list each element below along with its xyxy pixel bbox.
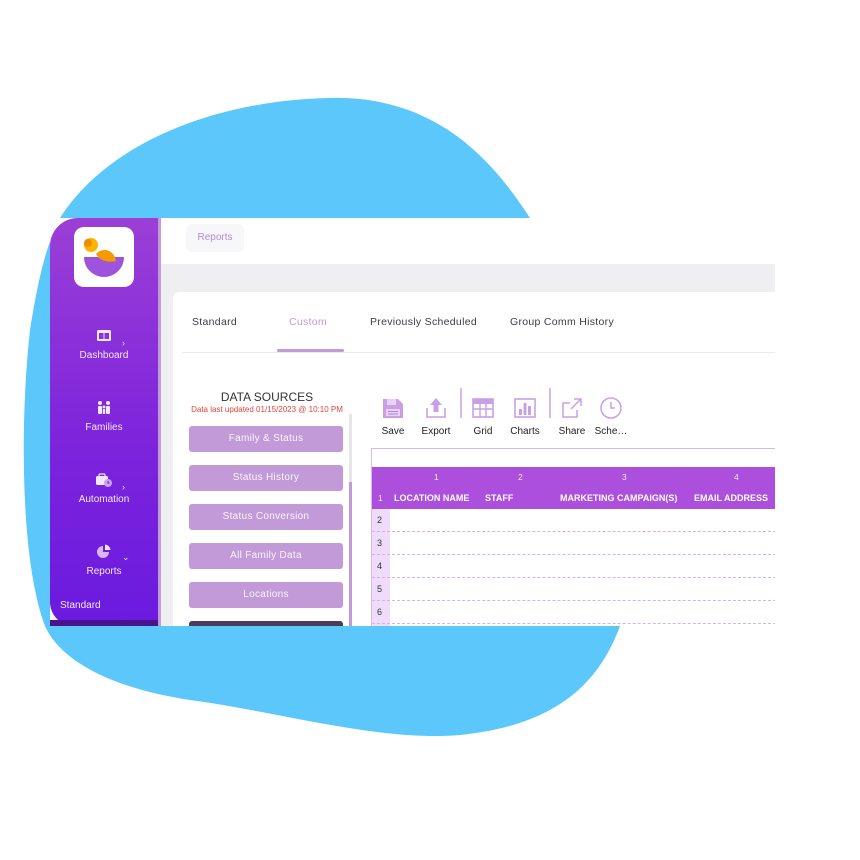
data-source-status-conversion[interactable]: Status Conversion: [189, 504, 343, 530]
chevron-down-icon: ⌄: [122, 552, 130, 562]
reports-card: Standard Custom Previously Scheduled Gro…: [173, 292, 775, 626]
grid-icon: [472, 398, 494, 418]
top-bar: Reports: [161, 218, 775, 264]
schedule-label: Sche…: [594, 426, 628, 437]
reports-icon: [97, 544, 111, 558]
data-source-all-family-data[interactable]: All Family Data: [189, 543, 343, 569]
grid-button[interactable]: Grid: [463, 396, 503, 437]
sidebar-item-label: Automation: [78, 494, 130, 505]
charts-icon: [514, 398, 536, 418]
sidebar-item-reports[interactable]: ⌄ Reports: [50, 544, 158, 577]
report-tabs: Standard Custom Previously Scheduled Gro…: [182, 292, 775, 353]
sidebar-footer: [50, 620, 158, 626]
row-number: 6: [377, 607, 383, 617]
charts-label: Charts: [510, 426, 540, 437]
table-row[interactable]: 3: [372, 532, 775, 555]
column-number-row: 1 2 3 4: [372, 467, 775, 488]
chevron-right-icon: ›: [122, 482, 125, 492]
export-icon: [426, 398, 446, 418]
share-icon: [562, 398, 582, 418]
sidebar: › Dashboard Families › Automation ⌄ Repo…: [50, 218, 158, 626]
table-row[interactable]: 5: [372, 578, 775, 601]
active-tab-indicator: [277, 349, 344, 352]
toolbar-separator: [460, 388, 462, 418]
formula-bar[interactable]: [372, 449, 775, 467]
table-row[interactable]: 4: [372, 555, 775, 578]
sidebar-item-label: Dashboard: [79, 350, 129, 361]
app-logo[interactable]: [74, 227, 134, 287]
header-cell-location-name[interactable]: LOCATION NAME: [394, 493, 469, 503]
data-source-selected[interactable]: [189, 621, 343, 626]
column-number[interactable]: 2: [518, 472, 523, 482]
chevron-right-icon: ›: [122, 338, 125, 348]
header-cell-email-address[interactable]: EMAIL ADDRESS: [694, 493, 768, 503]
row-number: 4: [377, 561, 383, 571]
save-button[interactable]: Save: [373, 396, 413, 437]
column-number[interactable]: 3: [622, 472, 627, 482]
row-number: 3: [377, 538, 383, 548]
schedule-button[interactable]: Sche…: [591, 396, 631, 437]
row-number[interactable]: 1: [378, 493, 383, 503]
data-source-locations[interactable]: Locations: [189, 582, 343, 608]
tab-custom[interactable]: Custom: [289, 316, 327, 328]
header-cell-staff[interactable]: STAFF: [485, 493, 513, 503]
share-label: Share: [558, 426, 586, 437]
sidebar-item-label: Families: [85, 422, 123, 433]
tab-standard[interactable]: Standard: [192, 316, 237, 328]
row-number: 5: [377, 584, 383, 594]
table-row[interactable]: 2: [372, 509, 775, 532]
dashboard-icon: [97, 330, 111, 341]
logo-icon: [84, 238, 124, 277]
column-number[interactable]: 1: [434, 472, 439, 482]
header-row: 1 LOCATION NAME STAFF MARKETING CAMPAIGN…: [372, 487, 775, 509]
data-sources-scroll-thumb[interactable]: [349, 482, 352, 626]
data-source-family-status[interactable]: Family & Status: [189, 426, 343, 452]
breadcrumb-reports[interactable]: Reports: [186, 224, 244, 252]
share-button[interactable]: Share: [552, 396, 592, 437]
toolbar-separator: [549, 388, 551, 418]
app-window: › Dashboard Families › Automation ⌄ Repo…: [50, 218, 775, 626]
sidebar-item-families[interactable]: Families: [50, 400, 158, 433]
tab-group-comm-history[interactable]: Group Comm History: [510, 316, 614, 328]
data-source-status-history[interactable]: Status History: [189, 465, 343, 491]
save-icon: [383, 399, 403, 418]
families-icon: [98, 401, 110, 414]
save-label: Save: [381, 426, 405, 437]
sidebar-item-automation[interactable]: › Automation: [50, 472, 158, 505]
sidebar-subitem-standard[interactable]: Standard: [60, 600, 101, 611]
table-row[interactable]: 6: [372, 601, 775, 624]
grid-label: Grid: [473, 426, 493, 437]
tab-previously-scheduled[interactable]: Previously Scheduled: [370, 316, 477, 328]
header-cell-marketing-campaigns[interactable]: MARKETING CAMPAIGN(S): [560, 493, 677, 503]
column-number[interactable]: 4: [734, 472, 739, 482]
data-sources-title: DATA SOURCES: [220, 390, 314, 404]
sidebar-item-label: Reports: [86, 566, 122, 577]
charts-button[interactable]: Charts: [505, 396, 545, 437]
automation-icon: [96, 473, 112, 487]
report-grid[interactable]: 1 2 3 4 1 LOCATION NAME STAFF MARKETING …: [371, 448, 775, 626]
export-button[interactable]: Export: [416, 396, 456, 437]
export-label: Export: [421, 426, 451, 437]
sidebar-item-dashboard[interactable]: › Dashboard: [50, 328, 158, 361]
schedule-icon: [600, 397, 622, 419]
data-updated-note: Data last updated 01/15/2023 @ 10:10 PM: [191, 405, 343, 414]
row-number: 2: [377, 515, 383, 525]
